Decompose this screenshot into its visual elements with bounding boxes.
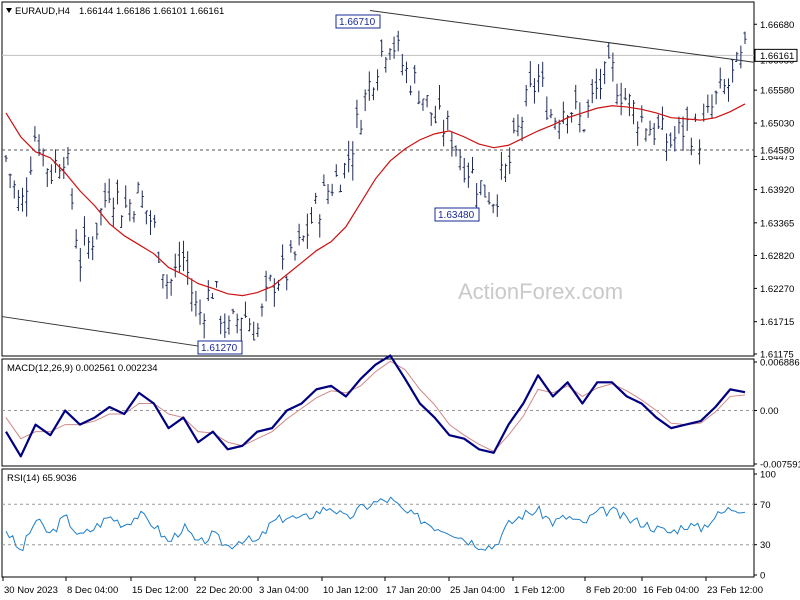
label-text: 1.66710: [339, 17, 376, 28]
price-tick-label: 1.65030: [760, 119, 794, 130]
x-tick-label: 1 Feb 12:00: [514, 585, 565, 596]
rsi-panel-frame: [1, 468, 755, 578]
rsi-tick-label: 100: [760, 470, 776, 481]
x-tick-label: 25 Jan 04:00: [450, 585, 505, 596]
rsi-title: RSI(14) 65.9036: [7, 473, 77, 484]
x-tick-label: 3 Jan 04:00: [259, 585, 309, 596]
price-tick-label: 1.62820: [760, 251, 794, 262]
price-tick-label: 1.63920: [760, 185, 794, 196]
macd-tick-label: 0.006886: [760, 358, 800, 369]
x-tick-label: 10 Jan 12:00: [323, 585, 378, 596]
macd-panel-frame: [1, 358, 755, 467]
price-tick-label: 1.62270: [760, 284, 794, 295]
rsi-tick-label: 0: [760, 571, 765, 582]
x-tick-label: 23 Feb 12:00: [707, 585, 763, 596]
x-tick-label: 8 Dec 04:00: [67, 585, 118, 596]
rsi-tick-label: 70: [760, 500, 771, 511]
x-tick-label: 30 Nov 2023: [4, 585, 58, 596]
price-tick-label: 1.66680: [760, 20, 794, 31]
price-label-1-61270: 1.61270: [197, 340, 243, 355]
price-tick-label: 1.61715: [760, 317, 794, 328]
x-tick-label: 15 Dec 12:00: [132, 585, 189, 596]
price-header: EURAUD,H4 1.66144 1.66186 1.66101 1.6616…: [6, 6, 224, 17]
watermark: ActionForex.com: [458, 279, 623, 304]
price-tick-label: 1.63365: [760, 218, 794, 229]
euraud-chart-canvas: ActionForex.com 1.66710 1.63480 1.61270 1.…: [1, 1, 800, 596]
price-tick-label: 1.65580: [760, 86, 794, 97]
price-level-tag-0: 1.66161: [760, 51, 794, 62]
symbol-label: EURAUD,H4: [15, 6, 70, 17]
x-tick-label: 17 Jan 20:00: [386, 585, 441, 596]
label-text: 1.63480: [438, 210, 475, 221]
price-level-tag-1: 1.64580: [760, 146, 794, 157]
x-tick-label: 8 Feb 20:00: [586, 585, 637, 596]
x-tick-label: 22 Dec 20:00: [196, 585, 253, 596]
price-label-1-66710: 1.66710: [335, 14, 381, 29]
macd-tick-label: 0.00: [760, 406, 779, 417]
macd-title: MACD(12,26,9) 0.002561 0.002234: [7, 363, 158, 374]
price-label-1-63480: 1.63480: [434, 207, 480, 222]
rsi-tick-label: 30: [760, 540, 771, 551]
label-text: 1.61270: [201, 343, 238, 354]
ohlc-values: 1.66144 1.66186 1.66101 1.66161: [79, 6, 224, 17]
x-tick-label: 16 Feb 04:00: [643, 585, 699, 596]
